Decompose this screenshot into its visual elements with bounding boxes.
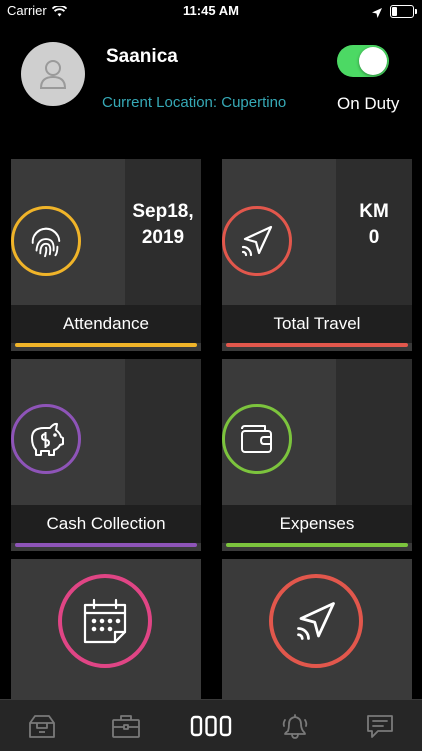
battery-icon	[390, 5, 417, 18]
calendar-icon	[58, 574, 152, 668]
bottom-tab-bar	[0, 699, 422, 751]
tab-notifications[interactable]	[253, 700, 337, 751]
expenses-card[interactable]: Expenses	[222, 359, 412, 551]
briefcase-icon	[112, 714, 140, 738]
tab-briefcase[interactable]	[84, 700, 168, 751]
toggle-knob	[359, 47, 387, 75]
attendance-card[interactable]: Sep18, 2019 Attendance	[11, 159, 201, 351]
navigation-arrow-icon	[269, 574, 363, 668]
total-travel-label: Total Travel	[222, 305, 412, 343]
tab-dashboard[interactable]	[169, 700, 253, 751]
expenses-label: Expenses	[222, 505, 412, 543]
on-duty-toggle[interactable]	[337, 45, 389, 77]
cash-collection-card[interactable]: Cash Collection	[11, 359, 201, 551]
navigation-card[interactable]	[222, 559, 412, 699]
attendance-label: Attendance	[11, 305, 201, 343]
duty-status-label: On Duty	[337, 94, 400, 113]
expenses-accent-bar	[226, 543, 408, 547]
bell-icon	[282, 713, 308, 739]
dashboard-icon	[190, 715, 232, 736]
attendance-accent-bar	[15, 343, 197, 347]
user-icon	[39, 60, 67, 89]
archive-box-icon	[29, 714, 55, 738]
clock: 11:45 AM	[183, 3, 239, 18]
current-location: Current Location: Cupertino	[102, 94, 287, 111]
expenses-value-panel	[336, 359, 412, 505]
location-arrow-icon	[372, 5, 382, 23]
chat-icon	[367, 714, 393, 738]
total-travel-card[interactable]: KM 0 Total Travel	[222, 159, 412, 351]
travel-accent-bar	[226, 343, 408, 347]
tab-archive[interactable]	[0, 700, 84, 751]
calendar-card[interactable]	[11, 559, 201, 699]
fingerprint-icon	[11, 206, 81, 276]
wallet-icon	[222, 404, 292, 474]
navigation-arrow-icon	[222, 206, 292, 276]
cash-collection-label: Cash Collection	[11, 505, 201, 543]
piggy-bank-icon	[11, 404, 81, 474]
tab-messages[interactable]	[338, 700, 422, 751]
attendance-date: Sep18, 2019	[132, 201, 194, 248]
travel-distance: KM 0	[359, 201, 389, 248]
avatar[interactable]	[21, 42, 85, 106]
user-name: Saanica	[106, 46, 178, 67]
status-bar: Carrier 11:45 AM	[0, 0, 422, 22]
cash-accent-bar	[15, 543, 197, 547]
cash-value-panel	[125, 359, 201, 505]
